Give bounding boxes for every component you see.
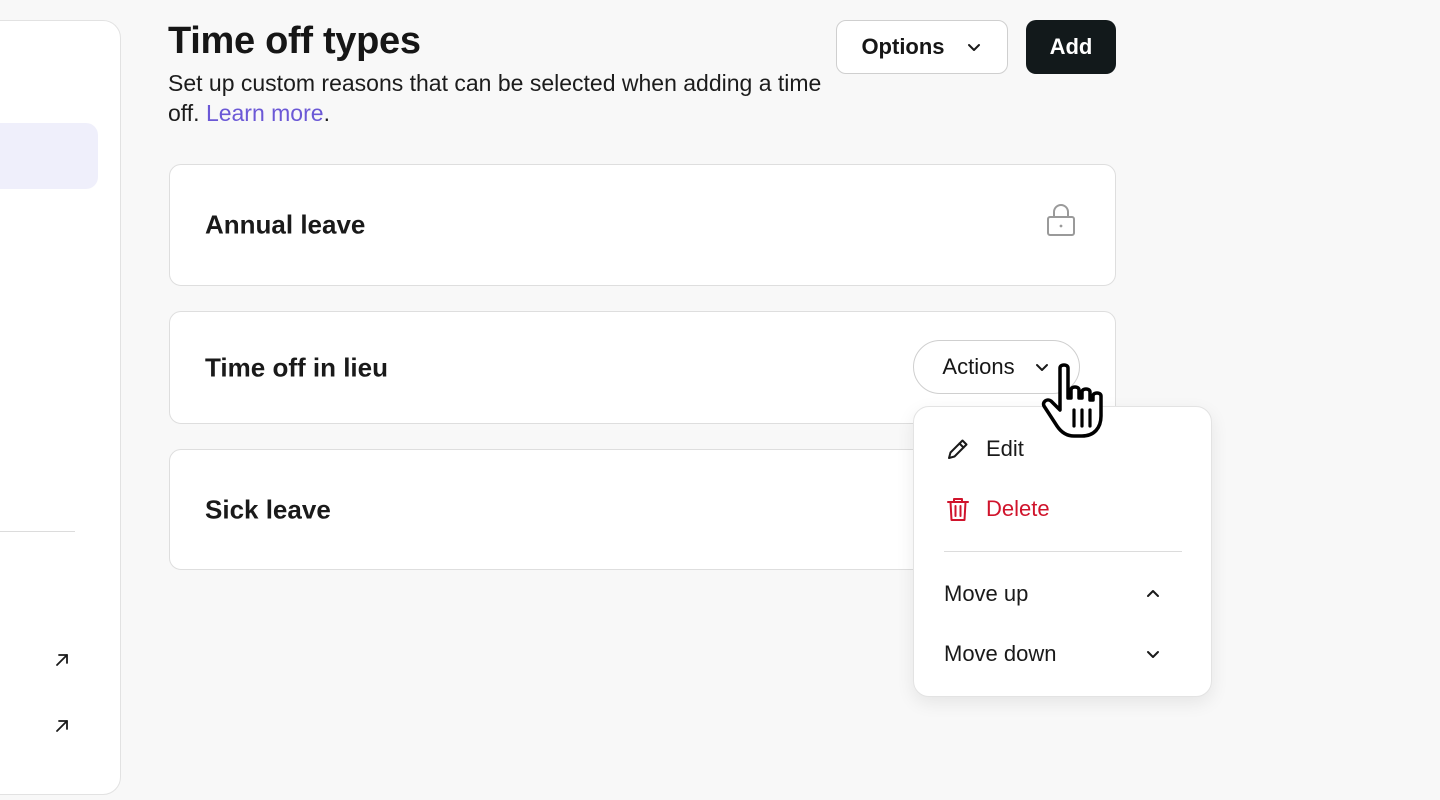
chevron-up-icon xyxy=(1147,590,1159,597)
time-off-type-label: Sick leave xyxy=(205,494,331,524)
hand-cursor-icon xyxy=(1041,363,1103,438)
menu-item-delete[interactable]: Delete xyxy=(944,489,1184,529)
menu-divider xyxy=(944,551,1182,552)
time-off-type-label: Annual leave xyxy=(205,209,366,240)
external-link-icon[interactable] xyxy=(51,715,73,737)
actions-menu: Edit Delete Move up Move down xyxy=(913,406,1212,697)
description-suffix: . xyxy=(323,100,330,126)
sidebar-item-active[interactable] xyxy=(0,123,98,189)
options-button[interactable]: Options xyxy=(836,20,1008,74)
external-link-icon[interactable] xyxy=(51,649,73,671)
trash-icon xyxy=(947,498,969,521)
chevron-down-icon xyxy=(1147,651,1159,658)
actions-button-label: Actions xyxy=(942,354,1015,379)
menu-item-move-down[interactable]: Move down xyxy=(944,634,1184,674)
menu-item-label: Delete xyxy=(986,496,1050,521)
menu-item-move-up[interactable]: Move up xyxy=(944,574,1184,614)
lock-icon xyxy=(1047,204,1075,236)
sidebar xyxy=(0,20,121,795)
menu-item-label: Move up xyxy=(944,581,1029,606)
time-off-type-card: Annual leave xyxy=(169,164,1116,286)
sidebar-divider xyxy=(0,531,75,532)
time-off-type-label: Time off in lieu xyxy=(205,352,388,382)
menu-item-label: Move down xyxy=(944,641,1057,666)
options-button-label: Options xyxy=(861,34,945,59)
add-button[interactable]: Add xyxy=(1026,20,1116,74)
menu-item-label: Edit xyxy=(986,436,1024,461)
page-description: Set up custom reasons that can be select… xyxy=(168,68,828,128)
pencil-icon xyxy=(948,439,968,459)
learn-more-link[interactable]: Learn more xyxy=(206,100,324,126)
chevron-down-icon xyxy=(967,44,980,51)
page-title: Time off types xyxy=(168,20,421,62)
